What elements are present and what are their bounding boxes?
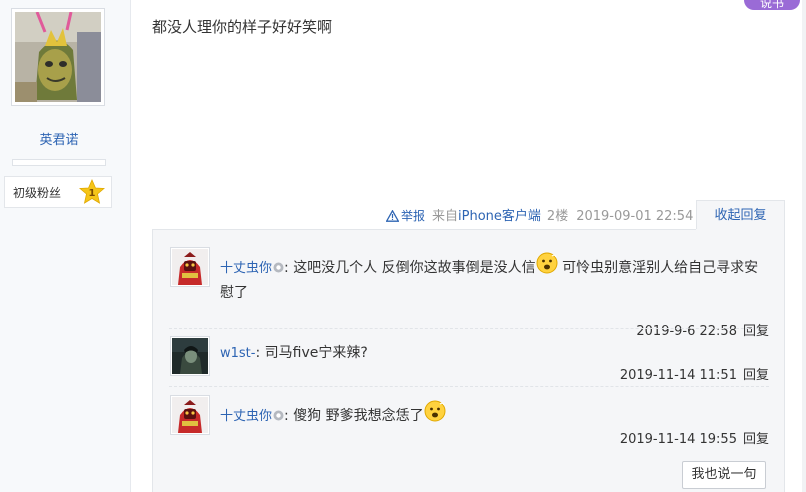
reply-time: 2019-9-6 22:58 <box>636 324 737 339</box>
reply-content: 傻狗 野爹我想念恁了 <box>293 408 424 424</box>
emoji-icon <box>424 400 446 422</box>
collapse-replies-button[interactable]: 收起回复 <box>696 200 785 230</box>
reply-author-link[interactable]: 十丈虫你 <box>220 409 272 424</box>
reply-text: w1st-: 司马five宁来辣? <box>220 345 368 361</box>
avatar-image <box>15 12 101 102</box>
reply-author-link[interactable]: w1st- <box>220 346 255 361</box>
user-sidebar: 英君诺 初级粉丝 1 <box>0 0 131 492</box>
corner-tag[interactable]: 说书 <box>744 0 800 10</box>
user-avatar[interactable] <box>11 8 105 106</box>
post-source: 来自iPhone客户端 <box>432 209 541 224</box>
source-app-link[interactable]: iPhone客户端 <box>458 209 541 224</box>
reply-divider <box>169 386 769 387</box>
reply-text: 十丈虫你: 这吧没几个人 反倒你这故事倒是没人信 可怜虫别意淫别人给自己寻求安慰… <box>220 252 769 305</box>
reply-avatar[interactable] <box>170 336 210 376</box>
fan-level-badge[interactable]: 初级粉丝 1 <box>4 176 112 208</box>
reply-content: 司马five宁来辣? <box>264 345 368 361</box>
source-prefix: 来自 <box>432 209 459 224</box>
username-link[interactable]: 英君诺 <box>0 129 118 148</box>
write-reply-button[interactable]: 我也说一句 <box>682 461 766 489</box>
reply-footer: 2019-11-14 19:55 回复 <box>620 428 769 447</box>
reply-panel: 十丈虫你: 这吧没几个人 反倒你这故事倒是没人信 可怜虫别意淫别人给自己寻求安慰… <box>152 229 785 492</box>
level-progress-bar <box>12 159 106 166</box>
reply-footer: 2019-11-14 11:51 回复 <box>620 364 769 383</box>
reply-divider <box>169 328 769 329</box>
badge-label: 初级粉丝 <box>13 186 62 200</box>
reply-author-link[interactable]: 十丈虫你 <box>220 261 272 276</box>
avatar-image <box>172 249 208 285</box>
vip-icon <box>273 410 284 421</box>
reply-button[interactable]: 回复 <box>743 368 769 383</box>
report-label: 举报 <box>401 209 426 223</box>
post-time: 2019-09-01 22:54 <box>576 209 694 224</box>
warning-icon <box>385 209 400 222</box>
post-content: 都没人理你的样子好好笑啊 <box>152 18 333 36</box>
reply-footer: 2019-9-6 22:58 回复 <box>636 320 769 339</box>
report-link[interactable]: 举报 <box>385 209 426 223</box>
reply-button[interactable]: 回复 <box>743 432 769 447</box>
floor-number: 2楼 <box>546 209 569 224</box>
avatar-image <box>172 338 208 374</box>
emoji-icon <box>536 252 558 274</box>
reply-time: 2019-11-14 19:55 <box>619 432 737 447</box>
reply-button[interactable]: 回复 <box>743 324 769 339</box>
vip-icon <box>273 262 284 273</box>
reply-avatar[interactable] <box>170 395 210 435</box>
reply-text: 十丈虫你: 傻狗 野爹我想念恁了 <box>220 400 769 429</box>
avatar-image <box>172 397 208 433</box>
star-badge-icon: 1 <box>79 179 105 204</box>
badge-level-number: 1 <box>89 188 96 199</box>
post-meta: 举报 来自iPhone客户端 2楼 2019-09-01 22:54 <box>385 206 694 226</box>
reply-time: 2019-11-14 11:51 <box>619 368 737 383</box>
reply-avatar[interactable] <box>170 247 210 287</box>
scrollbar-track[interactable] <box>802 0 806 492</box>
reply-content-part1: 这吧没几个人 反倒你这故事倒是没人信 <box>293 260 536 276</box>
